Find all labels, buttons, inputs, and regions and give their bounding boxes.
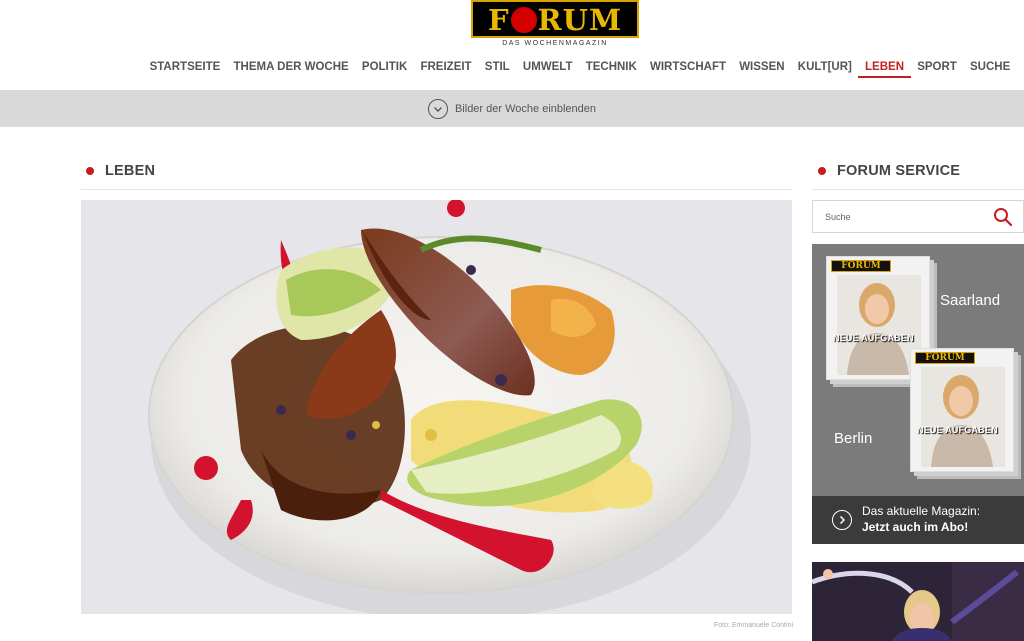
section-header-forum-service: FORUM SERVICE [818,160,960,182]
photo-credit: Foto: Emmanuele Contini [714,622,793,629]
sidebar-title: FORUM SERVICE [837,163,961,179]
section-divider [81,189,792,190]
logo-wordmark: F RUM [487,3,623,37]
nav-item-thema-der-woche[interactable]: THEMA DER WOCHE [227,58,355,78]
nav-item-suche[interactable]: SUCHE [963,58,1016,78]
cover-photo [921,367,1005,467]
nav-item-kultur[interactable]: KULT[UR] [791,58,858,78]
sidebar-divider [812,189,1024,190]
sidebar-search [812,200,1024,233]
section-bullet-icon [86,167,94,175]
nav-item-freizeit[interactable]: FREIZEIT [414,58,478,78]
nav-item-umwelt[interactable]: UMWELT [516,58,579,78]
section-header-leben: LEBEN [86,160,155,182]
nav-item-sport[interactable]: SPORT [911,58,964,78]
search-input[interactable] [825,201,985,232]
magazine-masthead: FORUM [831,260,891,272]
promo-text-line2: Jetzt auch im Abo! [862,520,969,534]
site-header: F RUM DAS WOCHENMAGAZIN STARTSEITE THEMA … [0,0,1024,90]
section-title: LEBEN [105,163,156,179]
nav-item-leben[interactable]: LEBEN [858,58,911,78]
promo-text-line1: Das aktuelle Magazin: [862,504,981,518]
hero-image[interactable] [81,200,792,614]
nav-item-wissen[interactable]: WISSEN [733,58,792,78]
logo-box: F RUM [471,0,639,38]
promo-region-berlin: Berlin [834,430,873,447]
sidebar-teaser-image[interactable] [812,562,1024,641]
chevron-right-icon [832,510,852,530]
cover-photo [837,275,921,375]
promo-region-saarland: Saarland [940,292,1001,309]
main-navigation: STARTSEITE THEMA DER WOCHE POLITIK FREIZ… [143,58,1017,78]
promo-footer[interactable]: Das aktuelle Magazin: Jetzt auch im Abo! [812,496,1024,544]
magazine-headline: NEUE AUFGABEN [917,425,998,435]
nav-item-technik[interactable]: TECHNIK [579,58,643,78]
nav-item-politik[interactable]: POLITIK [355,58,414,78]
chevron-down-icon [427,98,448,119]
pictures-of-week-toggle[interactable]: Bilder der Woche einblenden [0,90,1024,127]
nav-item-stil[interactable]: STIL [478,58,516,78]
nav-item-wirtschaft[interactable]: WIRTSCHAFT [643,58,732,78]
pictures-of-week-label: Bilder der Woche einblenden [454,102,597,115]
nav-item-startseite[interactable]: STARTSEITE [143,58,227,78]
logo-subtitle: DAS WOCHENMAGAZIN [502,40,608,47]
magazine-promo[interactable]: FORUM NEUE AUFGABEN Saarland FORUM NEUE … [812,244,1024,544]
search-icon[interactable] [993,207,1013,227]
section-bullet-icon [818,167,826,175]
magazine-cover-berlin: FORUM NEUE AUFGABEN [910,348,1014,472]
logo-red-dot-icon [510,7,537,33]
magazine-masthead: FORUM [915,352,975,364]
magazine-headline: NEUE AUFGABEN [833,333,914,343]
forum-logo[interactable]: F RUM DAS WOCHENMAGAZIN [471,0,639,49]
